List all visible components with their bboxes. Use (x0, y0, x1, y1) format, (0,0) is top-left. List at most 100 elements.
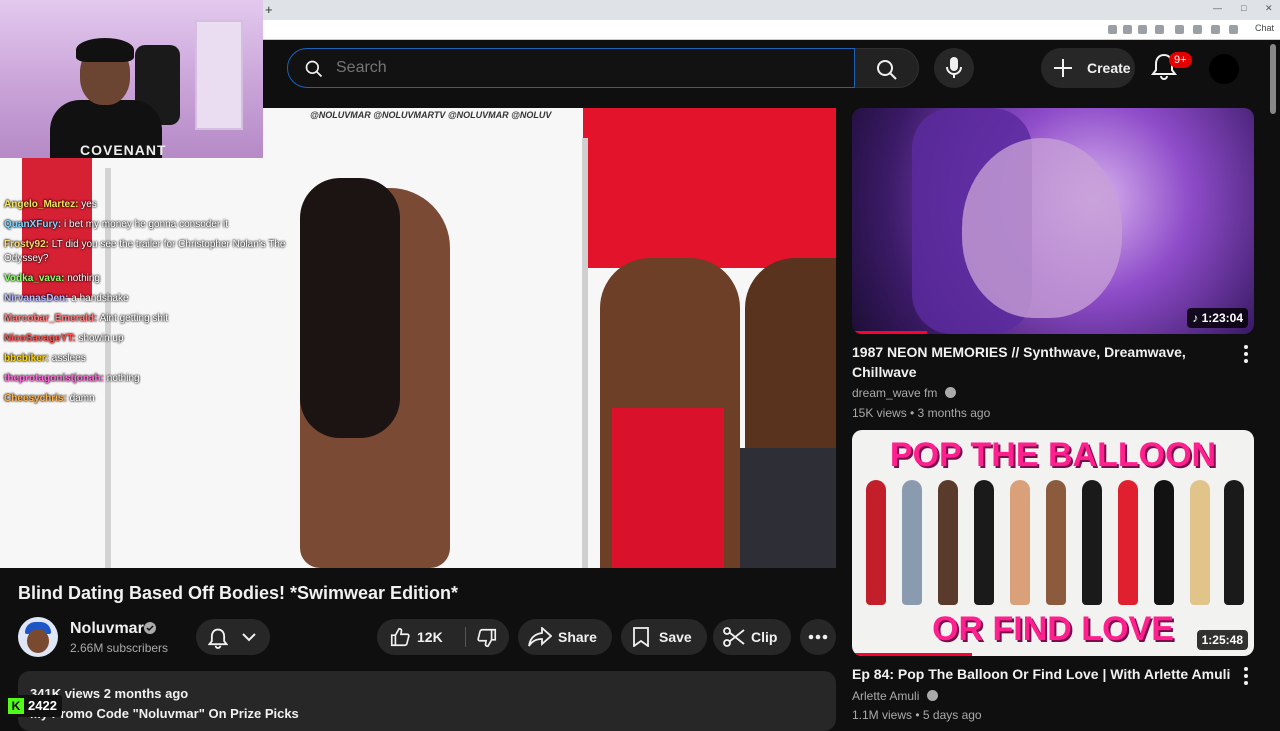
channel-name[interactable]: Noluvmar (70, 620, 144, 638)
more-actions-button[interactable] (800, 619, 836, 655)
description-text: My Promo Code "Noluvmar" On Prize Picks (30, 706, 299, 721)
kick-viewer-count: K 2422 (4, 695, 62, 717)
thumbnail-art (974, 480, 994, 605)
thumbnail-art (962, 138, 1122, 318)
browser-toolbar: Chat (263, 20, 1280, 40)
chat-message: Odyssey? (4, 252, 324, 272)
thumbnail-art (902, 480, 922, 605)
thumbs-up-icon (390, 627, 410, 647)
chat-username: theprotagonistjonah: (4, 373, 104, 384)
minimize-icon[interactable]: — (1213, 3, 1222, 13)
bookmark-icon (633, 627, 649, 647)
voice-search-button[interactable] (934, 48, 974, 88)
dislike-button[interactable] (466, 619, 509, 655)
chat-message: Cheesychris: damn (4, 392, 324, 412)
chat-message: theprotagonistjonah: nothing (4, 372, 324, 392)
recommendation-title[interactable]: 1987 NEON MEMORIES // Synthwave, Dreamwa… (852, 342, 1232, 382)
share-button[interactable]: Share (518, 619, 612, 655)
watch-progress-bar (852, 653, 972, 656)
thumbs-down-icon (477, 628, 497, 648)
chat-text: a handshake (71, 293, 129, 304)
video-watermark: @NOLUVMAR @NOLUVMARTV @NOLUVMAR @NOLUV (310, 110, 552, 120)
extension-icon[interactable] (1155, 25, 1164, 34)
description-box[interactable] (18, 671, 836, 731)
recommendation-meta: 15K views • 3 months ago (852, 406, 991, 420)
more-horizontal-icon (808, 634, 828, 640)
video-frame-detail (740, 448, 836, 568)
chevron-down-icon (242, 633, 256, 642)
channel-avatar[interactable] (18, 617, 58, 657)
avatar-detail (27, 629, 49, 653)
thumbnail-text: OR FIND LOVE (932, 610, 1174, 648)
extension-icon[interactable] (1175, 25, 1184, 34)
like-dislike-group: 12K (377, 619, 509, 655)
chat-text: LT did you see the trailer for Christoph… (51, 239, 286, 250)
save-button[interactable]: Save (621, 619, 707, 655)
channel-name: Arlette Amuli (852, 689, 920, 703)
chat-message: NicoSavageYT: showin up (4, 332, 324, 352)
extension-icon[interactable] (1108, 25, 1117, 34)
extension-icon[interactable] (1211, 25, 1220, 34)
create-button[interactable]: Create (1041, 48, 1135, 88)
more-vertical-icon[interactable] (1240, 344, 1252, 364)
extension-icon[interactable] (1193, 25, 1202, 34)
chat-message: Marcobar_Emerald: Aint getting shit (4, 312, 324, 332)
clip-button[interactable]: Clip (713, 619, 791, 655)
puzzle-icon[interactable] (1229, 25, 1238, 34)
search-icon (877, 60, 897, 80)
recommendation-title[interactable]: Ep 84: Pop The Balloon Or Find Love | Wi… (852, 664, 1232, 684)
shirt-text: COVENANT (80, 142, 167, 158)
thumbnail-art (1010, 480, 1030, 605)
like-button[interactable]: 12K (377, 619, 465, 655)
recommendation-thumbnail[interactable]: POP THE BALLOON OR FIND LOVE 1:25:48 (852, 430, 1254, 656)
video-frame-detail (583, 108, 836, 268)
recommendation-channel[interactable]: Arlette Amuli (852, 689, 938, 703)
chat-message: QuanXFury: i bet my money he gonna conso… (4, 218, 324, 238)
chat-username: Angelo_Martez: (4, 199, 79, 210)
chat-message: NirvanasDen: a handshake (4, 292, 324, 312)
page-scrollbar[interactable] (1270, 44, 1276, 114)
more-vertical-icon[interactable] (1240, 666, 1252, 686)
recommendation-thumbnail[interactable]: ♪ 1:23:04 (852, 108, 1254, 334)
verified-icon (144, 622, 156, 634)
chat-username: Frosty92: (4, 239, 50, 250)
chat-text: i bet my money he gonna consoder it (64, 219, 228, 230)
thumbnail-art (1190, 480, 1210, 605)
duration-text: 1:23:04 (1201, 311, 1243, 325)
subscription-notifications-button[interactable] (196, 619, 270, 655)
close-icon[interactable]: ✕ (1265, 3, 1273, 14)
microphone-icon (946, 57, 962, 78)
video-frame-detail (612, 408, 724, 568)
subscriber-count: 2.66M subscribers (70, 641, 169, 655)
video-duration: ♪ 1:23:04 (1187, 308, 1248, 328)
bell-icon (208, 628, 228, 649)
chat-text: yes (81, 199, 97, 210)
chat-text: Aint getting shit (99, 313, 168, 324)
maximize-icon[interactable]: □ (1241, 3, 1246, 13)
thumbnail-art (938, 480, 958, 605)
stream-chat-overlay: Angelo_Martez: yes QuanXFury: i bet my m… (4, 198, 324, 412)
youtube-header: Create 9+ (263, 40, 1280, 98)
search-button[interactable] (855, 48, 919, 88)
search-input[interactable] (334, 55, 834, 81)
chat-text: asslees (51, 353, 86, 364)
search-icon (305, 60, 323, 78)
new-tab-button[interactable]: + (265, 2, 273, 18)
verified-icon (944, 387, 956, 398)
search-box[interactable] (287, 48, 855, 88)
channel-name: dream_wave fm (852, 386, 938, 400)
chat-extension[interactable]: Chat (1255, 23, 1274, 33)
kick-logo-icon: K (8, 698, 24, 714)
webcam-shirt: COVENANT (50, 100, 166, 158)
chat-text: damn (69, 393, 95, 404)
account-avatar[interactable] (1209, 54, 1239, 84)
recommendation-channel[interactable]: dream_wave fm (852, 386, 956, 400)
video-duration: 1:25:48 (1196, 630, 1248, 650)
video-title: Blind Dating Based Off Bodies! *Swimwear… (18, 583, 459, 603)
zoom-icon[interactable] (1123, 25, 1132, 34)
streamer-webcam: COVENANT (0, 0, 263, 158)
bookmark-star-icon[interactable] (1138, 25, 1147, 34)
chat-username: NirvanasDen: (4, 293, 69, 304)
thumbnail-text: POP THE BALLOON (889, 436, 1217, 474)
webcam-background (195, 20, 243, 130)
